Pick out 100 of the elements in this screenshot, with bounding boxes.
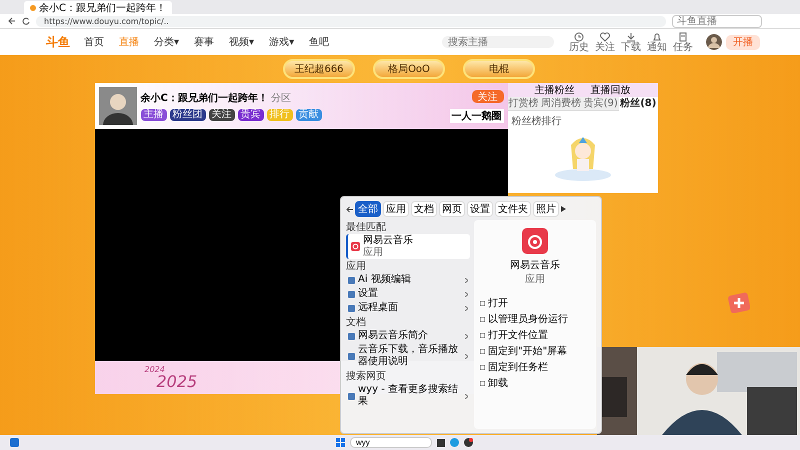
result-item[interactable]: 云音乐下载，音乐播放器使用说明: [346, 343, 470, 369]
chevron-icon: [465, 278, 468, 282]
panel-note: 粉丝榜排行: [510, 114, 562, 129]
download-icon: [626, 32, 636, 42]
chevron-icon: [465, 306, 468, 310]
taskbar-search-field[interactable]: wyy: [350, 437, 432, 448]
room-button[interactable]: 王纪超666: [283, 59, 355, 79]
action-label: 固定到"开始"屏幕: [488, 344, 568, 358]
action-icon: [480, 316, 485, 322]
tag[interactable]: 贵宾: [238, 109, 264, 121]
files-icon: [437, 438, 445, 446]
tag[interactable]: 主播: [140, 109, 166, 121]
browser-tab[interactable]: 余小C：跟兄弟们一起跨年！: [24, 1, 172, 14]
nav-link[interactable]: 鱼吧: [309, 35, 330, 49]
app-logo-icon: [522, 228, 548, 254]
filter-tab[interactable]: 文件夹: [495, 201, 531, 217]
action-item[interactable]: 固定到"开始"屏幕: [480, 344, 596, 358]
icon-label[interactable]: 下载: [621, 42, 641, 52]
category-label: 分区: [270, 92, 291, 105]
result-item[interactable]: 网易云音乐 应用: [346, 234, 470, 259]
app-name: 网易云音乐: [510, 258, 560, 272]
address-field[interactable]: https://www.douyu.com/topic/..: [36, 16, 666, 26]
result-item[interactable]: wyy - 查看更多搜索结果: [346, 383, 470, 409]
item-icon: [348, 332, 355, 340]
year-text: 2025: [156, 374, 198, 390]
nav-link[interactable]: 赛事: [194, 35, 214, 49]
result-name: Ai 视频编辑: [358, 274, 412, 286]
panel-link[interactable]: 主播粉丝: [534, 83, 574, 97]
result-name: 设置: [358, 288, 379, 300]
panel-tab[interactable]: 打赏榜: [508, 97, 540, 111]
filter-tab[interactable]: 文档: [411, 201, 437, 217]
result-name: 网易云音乐简介: [358, 330, 429, 342]
result-item[interactable]: 设置: [346, 287, 470, 301]
browser-icon: [450, 438, 459, 447]
result-name: wyy - 查看更多搜索结果: [358, 384, 459, 408]
filter-tab[interactable]: 照片: [533, 201, 559, 217]
app-icon: [351, 242, 360, 251]
section-heading: 最佳匹配: [346, 222, 387, 234]
chevron-icon: [465, 334, 468, 338]
banner-text: 一人一鹅圈: [450, 108, 504, 122]
play-icon: [561, 206, 566, 212]
heart-icon: [600, 32, 610, 42]
result-item[interactable]: Ai 视频编辑: [346, 273, 470, 287]
tag[interactable]: 粉丝团: [170, 109, 206, 121]
action-item[interactable]: 固定到任务栏: [480, 360, 596, 374]
page-icon: [30, 4, 36, 10]
result-type: 应用: [363, 247, 384, 258]
action-label: 打开: [488, 296, 508, 310]
action-icon: [480, 364, 485, 370]
nav-link[interactable]: 视频▾: [229, 35, 254, 49]
clipboard-icon: [678, 32, 688, 42]
room-button[interactable]: 电棍: [463, 59, 535, 79]
result-name: 网易云音乐: [363, 235, 413, 246]
action-label: 打开文件位置: [488, 328, 548, 342]
chevron-icon: [465, 354, 468, 358]
action-item[interactable]: 以管理员身份运行: [480, 312, 596, 326]
nav-link[interactable]: 首页: [84, 35, 104, 49]
action-icon: [480, 380, 485, 386]
icon-label[interactable]: 通知: [647, 42, 667, 52]
panel-link[interactable]: 直播回放: [590, 83, 630, 97]
back-icon: [346, 206, 353, 212]
item-icon: [348, 392, 355, 400]
panel-tab[interactable]: 周消费榜: [540, 97, 582, 111]
nav-link[interactable]: 分类▾: [154, 35, 180, 49]
widgets-icon: [10, 438, 19, 447]
bell-icon: [652, 32, 662, 42]
app-type: 应用: [525, 272, 545, 286]
icon-label[interactable]: 任务: [673, 42, 693, 52]
section-heading: 文档: [346, 317, 367, 329]
chevron-icon: [465, 394, 468, 398]
action-icon: [480, 300, 485, 306]
app-icon: [464, 438, 473, 447]
gift-icon: [728, 291, 750, 313]
item-icon: [348, 352, 355, 360]
action-item[interactable]: 打开: [480, 296, 596, 310]
streamer-avatar-icon: [98, 87, 136, 125]
filter-tab[interactable]: 全部: [355, 201, 381, 217]
action-label: 以管理员身份运行: [488, 312, 568, 326]
year-text: 2024: [144, 366, 166, 374]
result-item[interactable]: 网易云音乐简介: [346, 329, 470, 343]
stream-title: 余小C：跟兄弟们一起跨年！: [140, 92, 268, 105]
section-heading: 应用: [346, 261, 367, 273]
clock-icon: [574, 32, 584, 42]
action-label: 卸载: [488, 376, 508, 390]
icon-label[interactable]: 历史: [569, 42, 589, 52]
tag[interactable]: 关注: [208, 109, 234, 121]
action-item[interactable]: 卸载: [480, 376, 596, 390]
browser-search-field[interactable]: 斗鱼直播: [672, 14, 762, 28]
result-item[interactable]: 远程桌面: [346, 301, 470, 315]
filter-tab[interactable]: 应用: [383, 201, 409, 217]
search-field[interactable]: 搜索主播: [442, 36, 554, 48]
avatar-icon: [706, 34, 722, 50]
chevron-icon: [465, 292, 468, 296]
action-item[interactable]: 打开文件位置: [480, 328, 596, 342]
icon-label[interactable]: 关注: [595, 42, 615, 52]
filter-tab[interactable]: 设置: [467, 201, 493, 217]
panel-tab[interactable]: 粉丝(8): [618, 97, 658, 111]
filter-tab[interactable]: 网页: [439, 201, 465, 217]
room-button[interactable]: 格局OoO: [373, 59, 445, 79]
nav-link[interactable]: 游戏▾: [269, 35, 294, 49]
